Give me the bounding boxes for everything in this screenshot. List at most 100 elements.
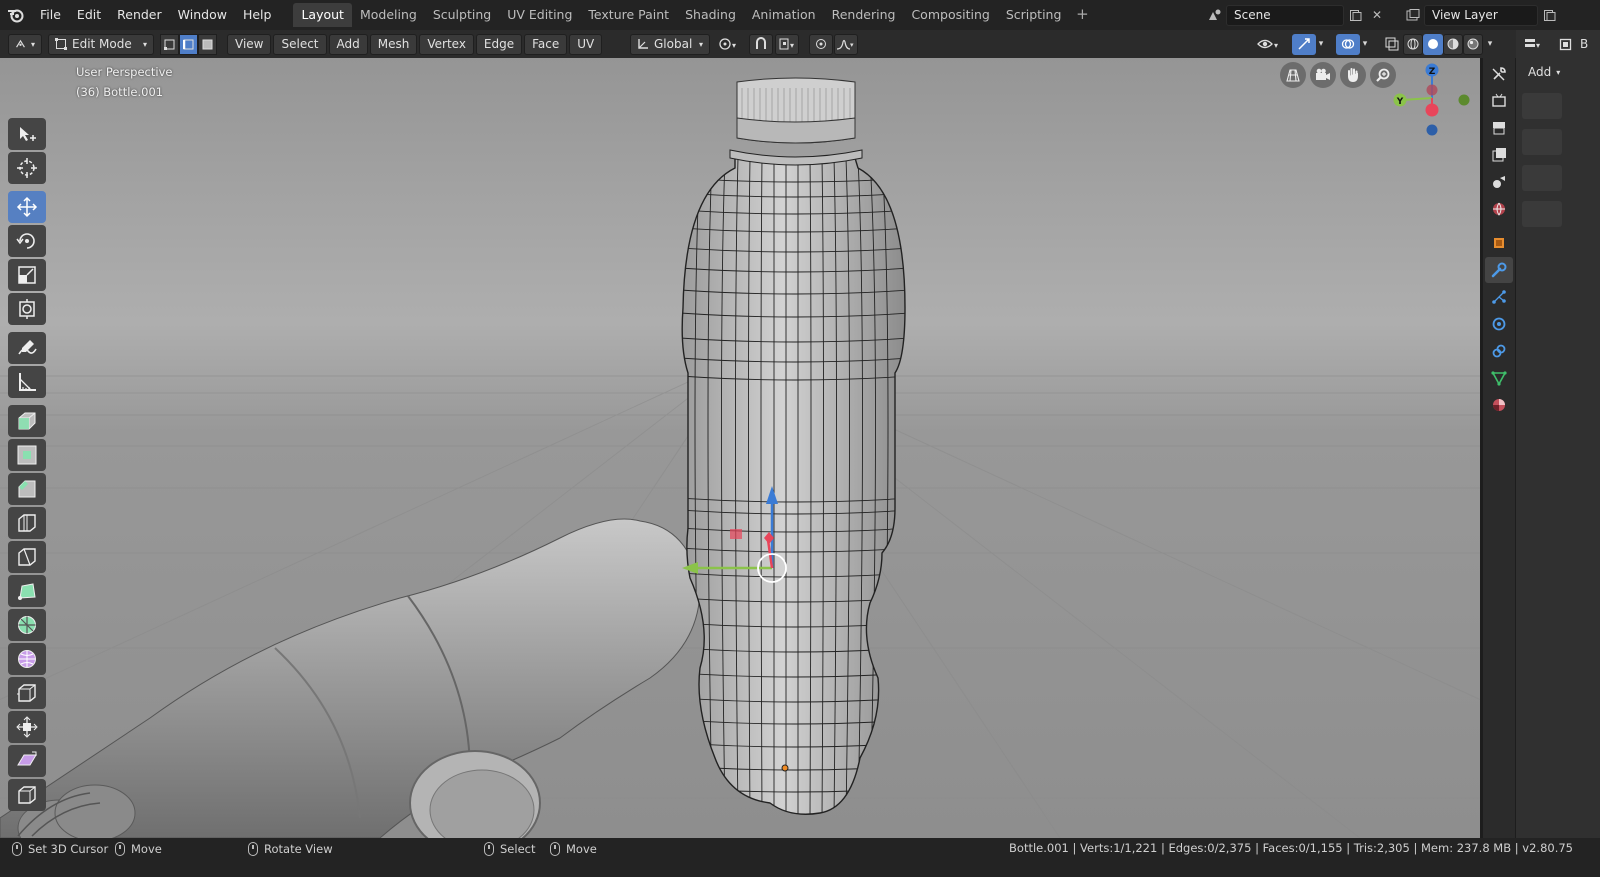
menu-select[interactable]: Select — [273, 33, 327, 55]
gizmo-options-icon[interactable]: ▾ — [1314, 34, 1328, 55]
modifier-properties-tab-icon[interactable] — [1485, 257, 1513, 283]
menu-uv[interactable]: UV — [569, 33, 603, 55]
move-tool-icon[interactable] — [8, 191, 46, 223]
modifier-slot[interactable] — [1522, 165, 1562, 191]
overlays-toggle-icon[interactable] — [1336, 33, 1360, 55]
bevel-tool-icon[interactable] — [8, 473, 46, 505]
object-properties-tab-icon[interactable] — [1485, 230, 1513, 256]
scene-name-field[interactable]: Scene — [1226, 4, 1344, 26]
tab-scripting[interactable]: Scripting — [998, 3, 1070, 27]
view-layer-icon[interactable] — [1402, 5, 1424, 26]
tab-compositing[interactable]: Compositing — [903, 3, 997, 27]
view-layer-properties-tab-icon[interactable] — [1485, 142, 1513, 168]
properties-editor-type-icon[interactable]: ▾ — [1522, 34, 1544, 55]
modifier-slot[interactable] — [1522, 93, 1562, 119]
menu-vertex[interactable]: Vertex — [419, 33, 474, 55]
tool-settings-tab-icon[interactable] — [1485, 61, 1513, 87]
menu-edit[interactable]: Edit — [69, 3, 109, 27]
menu-file[interactable]: File — [32, 3, 69, 27]
edge-select-icon[interactable] — [179, 33, 198, 55]
visibility-eye-icon[interactable]: ▾ — [1254, 34, 1284, 55]
rip-region-tool-icon[interactable] — [8, 779, 46, 811]
snap-target-icon[interactable]: ▾ — [775, 33, 799, 55]
knife-tool-icon[interactable] — [8, 541, 46, 573]
face-select-icon[interactable] — [198, 33, 217, 55]
tab-uv-editing[interactable]: UV Editing — [499, 3, 580, 27]
transform-gizmo[interactable] — [680, 478, 820, 598]
new-view-layer-icon[interactable] — [1538, 5, 1560, 26]
scene-properties-tab-icon[interactable] — [1485, 169, 1513, 195]
tab-rendering[interactable]: Rendering — [824, 3, 904, 27]
mode-dropdown[interactable]: Edit Mode ▾ — [48, 33, 154, 55]
overlays-options-icon[interactable]: ▾ — [1358, 34, 1372, 55]
toggle-ortho-grid-icon[interactable] — [1280, 62, 1306, 88]
camera-view-icon[interactable] — [1310, 62, 1336, 88]
material-tab-icon[interactable] — [1485, 392, 1513, 418]
new-scene-icon[interactable] — [1344, 5, 1366, 26]
shear-tool-icon[interactable] — [8, 745, 46, 777]
select-tool-icon[interactable] — [8, 118, 46, 150]
vertex-select-icon[interactable] — [160, 33, 179, 55]
navigation-gizmo[interactable]: Z Y — [1386, 60, 1476, 150]
tab-layout[interactable]: Layout — [293, 3, 352, 27]
view-layer-name-field[interactable]: View Layer — [1424, 4, 1538, 26]
editor-type-dropdown[interactable]: ▾ — [8, 33, 42, 55]
spin-tool-icon[interactable] — [8, 609, 46, 641]
edge-slide-tool-icon[interactable] — [8, 677, 46, 709]
inset-faces-tool-icon[interactable] — [8, 439, 46, 471]
smooth-tool-icon[interactable] — [8, 643, 46, 675]
pivot-point-icon[interactable]: ▾ — [716, 34, 740, 55]
wireframe-shading-icon[interactable] — [1403, 33, 1423, 55]
render-properties-tab-icon[interactable] — [1485, 88, 1513, 114]
constraints-tab-icon[interactable] — [1485, 338, 1513, 364]
xray-toggle-icon[interactable] — [1380, 34, 1404, 55]
scene-icon[interactable] — [1204, 5, 1226, 26]
object-data-tab-icon[interactable] — [1485, 365, 1513, 391]
tab-modeling[interactable]: Modeling — [352, 3, 425, 27]
poly-build-tool-icon[interactable] — [8, 575, 46, 607]
tab-texture-paint[interactable]: Texture Paint — [580, 3, 677, 27]
shading-options-icon[interactable]: ▾ — [1483, 34, 1497, 55]
transform-tool-icon[interactable] — [8, 293, 46, 325]
menu-add[interactable]: Add — [328, 33, 368, 55]
tab-shading[interactable]: Shading — [677, 3, 744, 27]
world-properties-tab-icon[interactable] — [1485, 196, 1513, 222]
menu-face[interactable]: Face — [524, 33, 568, 55]
particles-tab-icon[interactable] — [1485, 284, 1513, 310]
menu-help[interactable]: Help — [235, 3, 280, 27]
gizmo-toggle-icon[interactable] — [1292, 33, 1316, 55]
transform-orientation-dropdown[interactable]: Global ▾ — [630, 33, 710, 55]
3d-viewport[interactable]: User Perspective (36) Bottle.001 Z Y — [0, 58, 1480, 838]
menu-render[interactable]: Render — [109, 3, 170, 27]
solid-shading-icon[interactable] — [1423, 33, 1443, 55]
blender-logo-icon[interactable] — [0, 0, 32, 30]
scale-tool-icon[interactable] — [8, 259, 46, 291]
extrude-tool-icon[interactable] — [8, 405, 46, 437]
snap-icon[interactable] — [749, 33, 773, 55]
add-modifier-dropdown[interactable]: Add ▾ — [1522, 62, 1562, 83]
menu-edge[interactable]: Edge — [475, 33, 523, 55]
close-scene-icon[interactable]: ✕ — [1366, 5, 1388, 26]
physics-tab-icon[interactable] — [1485, 311, 1513, 337]
material-shading-icon[interactable] — [1443, 33, 1463, 55]
tab-sculpting[interactable]: Sculpting — [425, 3, 499, 27]
proportional-edit-icon[interactable] — [809, 33, 833, 55]
modifier-slot[interactable] — [1522, 129, 1562, 155]
pan-hand-icon[interactable] — [1340, 62, 1366, 88]
falloff-icon[interactable]: ▾ — [834, 33, 858, 55]
tab-animation[interactable]: Animation — [744, 3, 824, 27]
output-properties-tab-icon[interactable] — [1485, 115, 1513, 141]
menu-view[interactable]: View — [227, 33, 272, 55]
add-workspace-button[interactable]: + — [1073, 6, 1091, 24]
rendered-shading-icon[interactable] — [1463, 33, 1483, 55]
cursor-tool-icon[interactable] — [8, 152, 46, 184]
shrink-fatten-tool-icon[interactable] — [8, 711, 46, 743]
loop-cut-tool-icon[interactable] — [8, 507, 46, 539]
maximize-icon[interactable] — [1554, 34, 1576, 55]
measure-tool-icon[interactable] — [8, 366, 46, 398]
annotate-tool-icon[interactable] — [8, 332, 46, 364]
menu-window[interactable]: Window — [170, 3, 235, 27]
modifier-slot[interactable] — [1522, 201, 1562, 227]
rotate-tool-icon[interactable] — [8, 225, 46, 257]
menu-mesh[interactable]: Mesh — [369, 33, 418, 55]
